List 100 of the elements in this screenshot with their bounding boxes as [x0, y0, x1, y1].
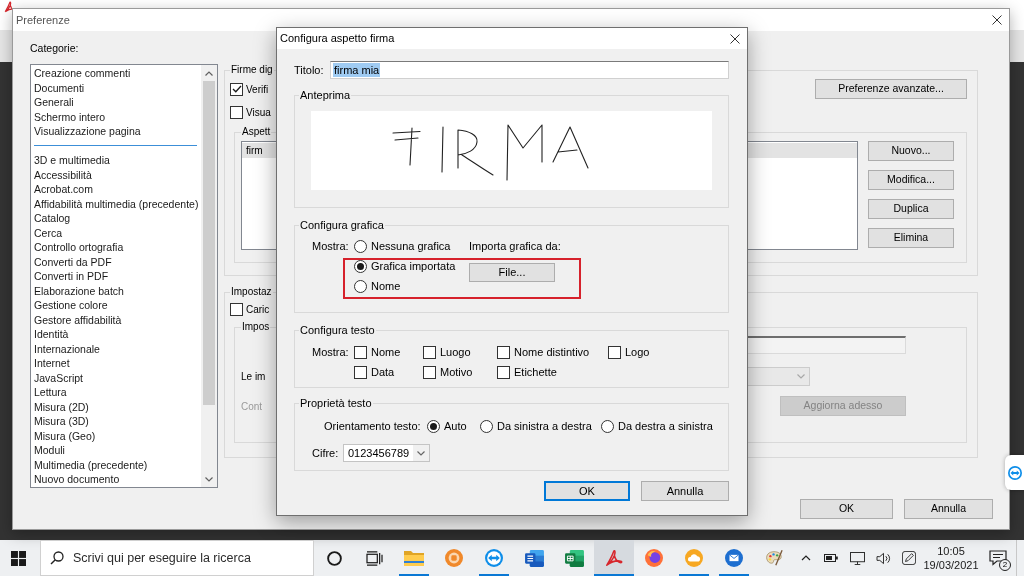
notification-count: 2	[999, 559, 1011, 571]
side-tab[interactable]	[1005, 455, 1024, 490]
category-item[interactable]: Cerca	[31, 225, 201, 240]
circle-icon	[326, 550, 342, 566]
cancel-button[interactable]: Annulla	[904, 499, 993, 519]
list-action-button[interactable]: Duplica	[868, 199, 954, 219]
group-label: Proprietà testo	[299, 396, 373, 410]
category-item[interactable]: Creazione commenti	[31, 66, 201, 81]
close-icon[interactable]	[730, 33, 740, 44]
digits-dropdown[interactable]: 0123456789	[343, 444, 430, 462]
list-action-button[interactable]: Nuovo...	[868, 141, 954, 161]
dialog-title: Configura aspetto firma	[280, 31, 395, 47]
field-label: Mostra:	[312, 344, 349, 360]
group-label: Aspett	[241, 125, 272, 139]
category-item[interactable]: Misura (Geo)	[31, 428, 201, 443]
field-label: Titolo:	[294, 62, 325, 78]
radio-label: Grafica importata	[371, 258, 456, 274]
radio-button[interactable]	[354, 239, 367, 253]
search-field[interactable]: Scrivi qui per eseguire la ricerca	[40, 540, 314, 576]
category-item[interactable]: 3D e multimedia	[31, 153, 201, 168]
monitor-icon[interactable]	[849, 551, 865, 565]
checkbox[interactable]	[230, 105, 243, 119]
pen-icon[interactable]	[902, 551, 916, 565]
double-arrow-icon	[485, 549, 503, 567]
checkbox[interactable]	[497, 345, 510, 359]
group-label: Configura testo	[299, 323, 376, 337]
start-icon	[10, 550, 26, 566]
category-item[interactable]: Documenti	[31, 80, 201, 95]
title-field[interactable]: firma mia	[330, 61, 729, 79]
category-item[interactable]: Converti da PDF	[31, 254, 201, 269]
ok-button[interactable]: OK	[800, 499, 893, 519]
category-item[interactable]: Acrobat.com	[31, 182, 201, 197]
category-item[interactable]: Gestione colore	[31, 298, 201, 313]
category-item[interactable]: Misura (3D)	[31, 414, 201, 429]
list-action-button[interactable]: Modifica...	[868, 170, 954, 190]
scrollbar[interactable]	[201, 65, 217, 487]
group-label: Configura grafica	[299, 218, 385, 232]
battery-icon[interactable]	[824, 553, 838, 563]
category-item[interactable]: Controllo ortografia	[31, 240, 201, 255]
category-item[interactable]: JavaScript	[31, 370, 201, 385]
checkbox[interactable]	[423, 365, 436, 379]
checkbox[interactable]	[230, 302, 243, 316]
group-label: Anteprima	[299, 88, 352, 102]
checkbox[interactable]	[608, 345, 621, 359]
radio-button[interactable]	[601, 419, 614, 433]
radio-button[interactable]	[480, 419, 493, 433]
checkbox[interactable]	[354, 365, 367, 379]
scrollbar-thumb[interactable]	[203, 81, 215, 405]
checkbox-label: Nome	[371, 344, 401, 360]
checkbox-label: Caric	[246, 302, 270, 317]
speaker-icon[interactable]	[875, 551, 891, 565]
radio-button[interactable]	[427, 419, 440, 433]
checkbox-label: Etichette	[514, 364, 557, 380]
group-label: Impos	[241, 320, 271, 334]
category-item[interactable]: Gestore affidabilità	[31, 312, 201, 327]
radio-label: Auto	[444, 418, 467, 434]
chevron-down-icon[interactable]	[205, 476, 213, 482]
radio-label: Da destra a sinistra	[618, 418, 713, 434]
category-item[interactable]: Schermo intero	[31, 109, 201, 124]
ok-button[interactable]: OK	[544, 481, 630, 501]
checkbox[interactable]	[354, 345, 367, 359]
checkbox-label: Motivo	[440, 364, 473, 380]
category-item[interactable]: Converti in PDF	[31, 269, 201, 284]
chevron-down-icon[interactable]	[417, 450, 425, 456]
checkbox-label: Luogo	[440, 344, 471, 360]
category-item[interactable]: Internazionale	[31, 341, 201, 356]
round-app-icon	[445, 549, 463, 567]
checkbox-label: Verifi	[246, 82, 269, 97]
double-arrow-icon	[1007, 465, 1022, 480]
clock-date[interactable]: 19/03/2021	[923, 558, 979, 572]
category-item[interactable]: Multimedia (precedente)	[31, 457, 201, 472]
notification-icon[interactable]	[989, 550, 1007, 566]
status-text: Cont	[241, 399, 263, 414]
category-item[interactable]: Accessibilità	[31, 167, 201, 182]
checkbox[interactable]	[423, 345, 436, 359]
checkbox[interactable]	[497, 365, 510, 379]
group-label: Impostaz	[230, 285, 273, 299]
category-item[interactable]: Identità	[31, 327, 201, 342]
category-item[interactable]: Visualizzazione pagina	[31, 124, 201, 139]
chevron-up-icon[interactable]	[801, 555, 811, 561]
file-button[interactable]: File...	[469, 263, 555, 282]
radio-button[interactable]	[354, 279, 367, 293]
category-item[interactable]: Lettura	[31, 385, 201, 400]
category-item[interactable]: Misura (2D)	[31, 399, 201, 414]
category-item[interactable]: Generali	[31, 95, 201, 110]
list-item[interactable]: firm	[246, 143, 263, 158]
close-icon[interactable]	[992, 15, 1002, 25]
category-item[interactable]: Internet	[31, 356, 201, 371]
category-item[interactable]: Affidabilità multimedia (precedente)	[31, 196, 201, 211]
list-action-button[interactable]: Elimina	[868, 228, 954, 248]
checkbox[interactable]	[230, 82, 243, 96]
clock-time[interactable]: 10:05	[937, 544, 965, 558]
advanced-preferences-button[interactable]: Preferenze avanzate...	[815, 79, 967, 99]
cancel-button[interactable]: Annulla	[641, 481, 729, 501]
radio-label: Nessuna grafica	[371, 238, 451, 254]
category-item[interactable]: Elaborazione batch	[31, 283, 201, 298]
category-item[interactable]: Nuovo documento	[31, 472, 201, 487]
radio-label: Nome	[371, 278, 401, 294]
category-item[interactable]: Moduli	[31, 443, 201, 458]
category-item[interactable]: Catalog	[31, 211, 201, 226]
